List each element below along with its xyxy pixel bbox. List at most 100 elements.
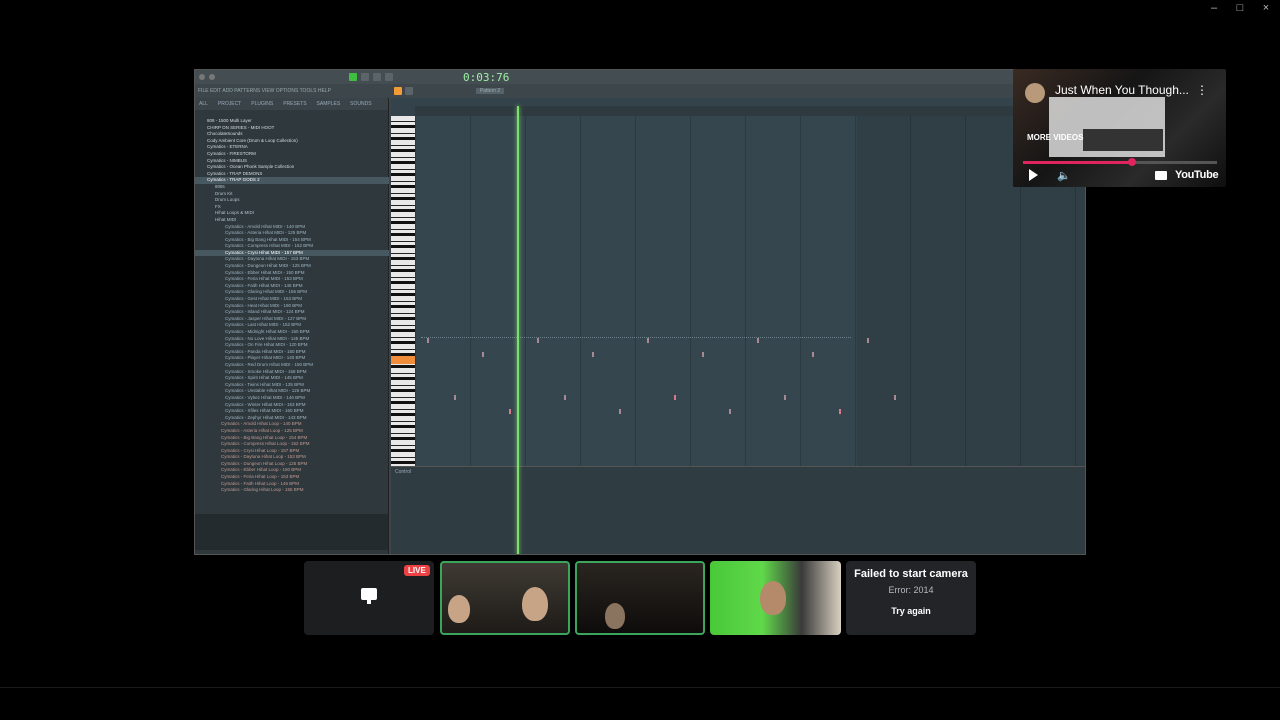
browser-item[interactable]: ChocolateSounds	[195, 131, 389, 138]
browser-tab-plugins[interactable]: PLUGINS	[251, 101, 273, 107]
participant-video-1[interactable]	[440, 561, 570, 635]
midi-note[interactable]	[619, 409, 621, 414]
browser-item[interactable]: 808s	[195, 184, 389, 191]
midi-note[interactable]	[537, 338, 539, 343]
browser-item[interactable]: Cody Ambient Core (Drum & Loop Collectio…	[195, 138, 389, 145]
browser-item[interactable]: Cymatics - Amold Hihat Loop - 140 BPM	[195, 421, 389, 428]
midi-note[interactable]	[674, 395, 676, 400]
channel-avatar[interactable]	[1025, 83, 1045, 103]
browser-item[interactable]: Cymatics - TRAP DEMONS	[195, 171, 389, 178]
play-button[interactable]	[349, 73, 357, 81]
browser-item[interactable]: Cymatics - Crysi Hihat MIDI - 157 BPM	[195, 249, 389, 257]
control-lane[interactable]: Control	[391, 466, 1085, 554]
more-videos-button[interactable]: MORE VIDEOS	[1027, 133, 1083, 142]
browser-tab-all[interactable]: ALL	[199, 101, 208, 107]
captions-icon[interactable]	[1155, 171, 1167, 180]
midi-note[interactable]	[839, 409, 841, 414]
minimize-icon[interactable]: –	[1208, 2, 1220, 14]
browser-tab-samples[interactable]: SAMPLES	[317, 101, 341, 107]
more-options-icon[interactable]: ⋮	[1196, 83, 1208, 97]
participant-video-2[interactable]	[575, 561, 705, 635]
note-grid[interactable]	[415, 116, 1085, 466]
browser-item[interactable]: Cymatics - Jasper Hihat MIDI - 127 BPM	[195, 316, 389, 323]
playhead[interactable]	[517, 106, 519, 554]
browser-item[interactable]: Cymatics - Big Bang Hihat MIDI - 154 BPM	[195, 237, 389, 244]
midi-note[interactable]	[729, 409, 731, 414]
browser-item[interactable]: Cymatics - Daytona Hihat Loop - 153 BPM	[195, 454, 389, 461]
browser-item[interactable]: Cymatics - Heat Hihat MIDI - 190 BPM	[195, 303, 389, 310]
midi-note[interactable]	[454, 395, 456, 400]
browser-item[interactable]: Cymatics - Island Hihat MIDI - 124 BPM	[195, 309, 389, 316]
video-title[interactable]: Just When You Though...	[1055, 83, 1189, 97]
record-button[interactable]	[373, 73, 381, 81]
browser-item[interactable]: Cymatics - Zephyr Hihat MIDI - 143 BPM	[195, 415, 389, 422]
timeline-ruler[interactable]	[415, 106, 1085, 116]
play-icon[interactable]	[1029, 169, 1038, 181]
browser-item[interactable]: Hihat MIDI	[195, 217, 389, 224]
browser-item[interactable]: Cymatics - Asteria Hihat MIDI - 125 BPM	[195, 230, 389, 237]
browser-item[interactable]: Cymatics - Smoke Hihat MIDI - 158 BPM	[195, 369, 389, 376]
browser-item[interactable]: Cymatics - NIMBUS	[195, 158, 389, 165]
browser-item[interactable]: Cymatics - Twins Hihat MIDI - 135 BPM	[195, 382, 389, 389]
midi-note[interactable]	[482, 352, 484, 357]
stop-button[interactable]	[361, 73, 369, 81]
try-again-button[interactable]: Try again	[883, 606, 939, 616]
browser-item[interactable]: Cymatics - Big Bang Hihat Loop - 154 BPM	[195, 435, 389, 442]
browser-item[interactable]: Cymatics - Gest Hihat MIDI - 153 BPM	[195, 296, 389, 303]
browser-item[interactable]: Cymatics - TRAP GODS 2	[195, 177, 389, 184]
browser-item[interactable]: Cymatics - Ebber Hihat MIDI - 150 BPM	[195, 270, 389, 277]
volume-icon[interactable]: 🔈	[1057, 169, 1071, 182]
piano-keys[interactable]	[391, 116, 415, 466]
browser-item[interactable]: Cymatics - No Love Hihat MIDI - 145 BPM	[195, 336, 389, 343]
browser-tab-presets[interactable]: PRESETS	[283, 101, 306, 107]
browser-item[interactable]: Cymatics - Glaring Hihat MIDI - 155 BPM	[195, 289, 389, 296]
midi-note[interactable]	[757, 338, 759, 343]
browser-item[interactable]: Cymatics - Spirit Hihat MIDI - 145 BPM	[195, 375, 389, 382]
browser-item[interactable]: Cymatics - Winter Hihat MIDI - 153 BPM	[195, 402, 389, 409]
browser-item[interactable]: Hihat Loops & MIDI	[195, 210, 389, 217]
browser-item[interactable]: Cymatics - Compress Hihat MIDI - 152 BPM	[195, 243, 389, 250]
browser-item[interactable]: 808 - 1500 Multi Layer	[195, 118, 389, 125]
browser-item[interactable]: Cymatics - On Fire Hihat MIDI - 120 BPM	[195, 342, 389, 349]
browser-item[interactable]: Cymatics - Midnight Hihat MIDI - 150 BPM	[195, 329, 389, 336]
browser-item[interactable]: Cymatics - ETERNA	[195, 144, 389, 151]
fl-menu[interactable]: FILE EDIT ADD PATTERNS VIEW OPTIONS TOOL…	[198, 88, 331, 94]
browser-item[interactable]: Drum Loops	[195, 197, 389, 204]
youtube-player[interactable]: Just When You Though... ⋮ MORE VIDEOS 🔈 …	[1013, 69, 1226, 187]
tempo-field[interactable]	[385, 73, 393, 81]
browser-item[interactable]: Cymatics - Ebber Hihat Loop - 150 BPM	[195, 467, 389, 474]
midi-note[interactable]	[784, 395, 786, 400]
browser-item[interactable]: Cymatics - Player Hihat MIDI - 140 BPM	[195, 355, 389, 362]
browser-item[interactable]: Cymatics - Faith Hihat Loop - 146 BPM	[195, 481, 389, 488]
browser-tab-project[interactable]: PROJECT	[218, 101, 241, 107]
progress-knob[interactable]	[1127, 158, 1136, 166]
select-tool-button[interactable]	[404, 87, 413, 95]
browser-item[interactable]: CHIRP ON SERIES - MIDI HOOT	[195, 125, 389, 132]
video-progress-bar[interactable]	[1023, 158, 1217, 166]
midi-note[interactable]	[867, 338, 869, 343]
fl-menu-dot[interactable]	[209, 74, 215, 80]
browser-item[interactable]: Cymatics - Compress Hihat Loop - 152 BPM	[195, 441, 389, 448]
browser-item[interactable]: Cymatics - Glaring Hihat Loop - 155 BPM	[195, 487, 389, 494]
browser-item[interactable]: Cymatics - Amold Hihat MIDI - 140 BPM	[195, 224, 389, 231]
pattern-selector[interactable]: Pattern 2	[475, 88, 505, 94]
midi-note[interactable]	[894, 395, 896, 400]
browser-item[interactable]: Drum Kit	[195, 191, 389, 198]
browser-item[interactable]: Cymatics - Dungeon Hihat MIDI - 125 BPM	[195, 263, 389, 270]
browser-tab-sounds[interactable]: SOUNDS	[350, 101, 371, 107]
browser-item[interactable]: Cymatics - Red Drum Hihat MIDI - 150 BPM	[195, 362, 389, 369]
participant-video-3[interactable]	[710, 561, 841, 635]
midi-note[interactable]	[812, 352, 814, 357]
browser-item[interactable]: Cymatics - Feria Hihat Loop - 153 BPM	[195, 474, 389, 481]
browser-item[interactable]: Cymatics - Dungeon Hihat Loop - 125 BPM	[195, 461, 389, 468]
browser-item[interactable]: Cymatics - FIRESTORM	[195, 151, 389, 158]
browser-item[interactable]: Cymatics - Daytona Hihat MIDI - 153 BPM	[195, 256, 389, 263]
browser-item[interactable]: FX	[195, 204, 389, 211]
maximize-icon[interactable]: □	[1234, 2, 1246, 14]
browser-item[interactable]: Cymatics - Crysi Hihat Loop - 157 BPM	[195, 448, 389, 455]
browser-item[interactable]: Cymatics - Asteria Hihat Loop - 125 BPM	[195, 428, 389, 435]
midi-note[interactable]	[702, 352, 704, 357]
browser-item[interactable]: Cymatics - Feria Hihat MIDI - 153 BPM	[195, 276, 389, 283]
draw-tool-button[interactable]	[393, 87, 402, 95]
midi-note[interactable]	[592, 352, 594, 357]
